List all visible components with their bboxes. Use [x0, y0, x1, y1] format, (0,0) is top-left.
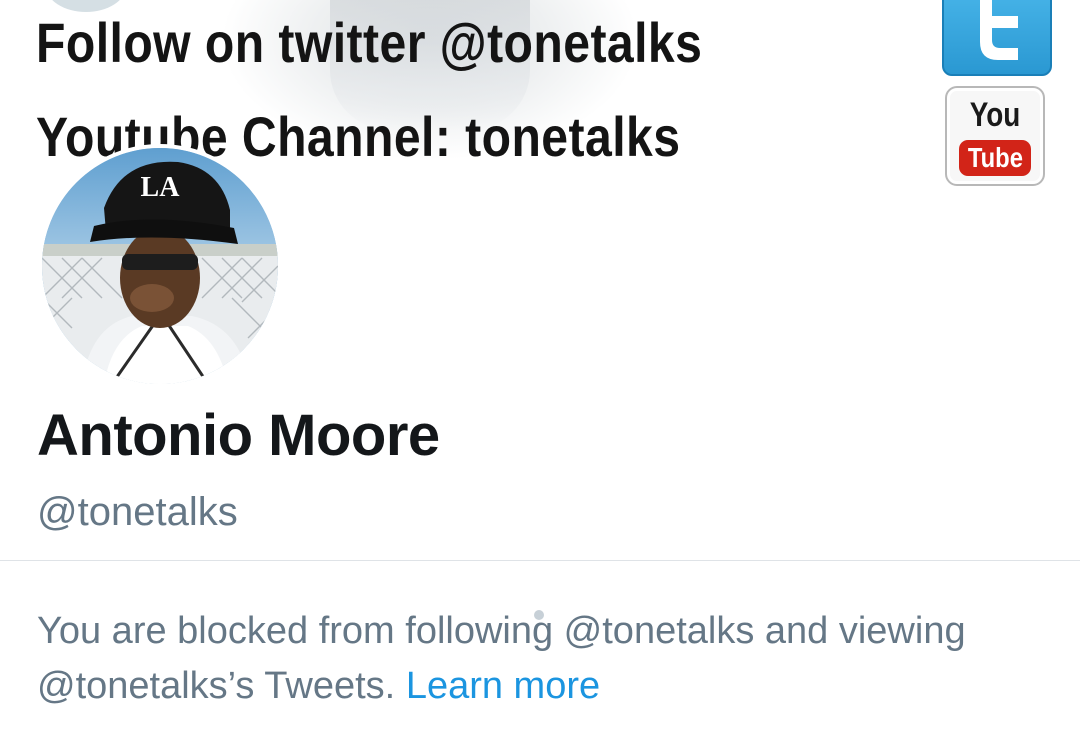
svg-text:LA: LA	[141, 172, 181, 203]
youtube-logo-icon: You Tube	[945, 86, 1045, 186]
twitter-logo-icon	[942, 0, 1052, 76]
profile-name: Antonio Moore	[37, 403, 440, 468]
banner-text-twitter: Follow on twitter @tonetalks	[36, 11, 703, 74]
avatar[interactable]: LA	[38, 144, 282, 388]
divider	[0, 560, 1080, 561]
youtube-logo-bottom-text: Tube	[967, 142, 1023, 173]
avatar-photo: LA	[42, 148, 278, 384]
learn-more-link[interactable]: Learn more	[406, 665, 600, 707]
youtube-logo-top-text: You	[969, 96, 1021, 134]
blocked-notice: You are blocked from following @tonetalk…	[37, 604, 1037, 714]
youtube-logo-bottom-badge: Tube	[959, 140, 1031, 176]
profile-handle: @tonetalks	[37, 490, 238, 534]
